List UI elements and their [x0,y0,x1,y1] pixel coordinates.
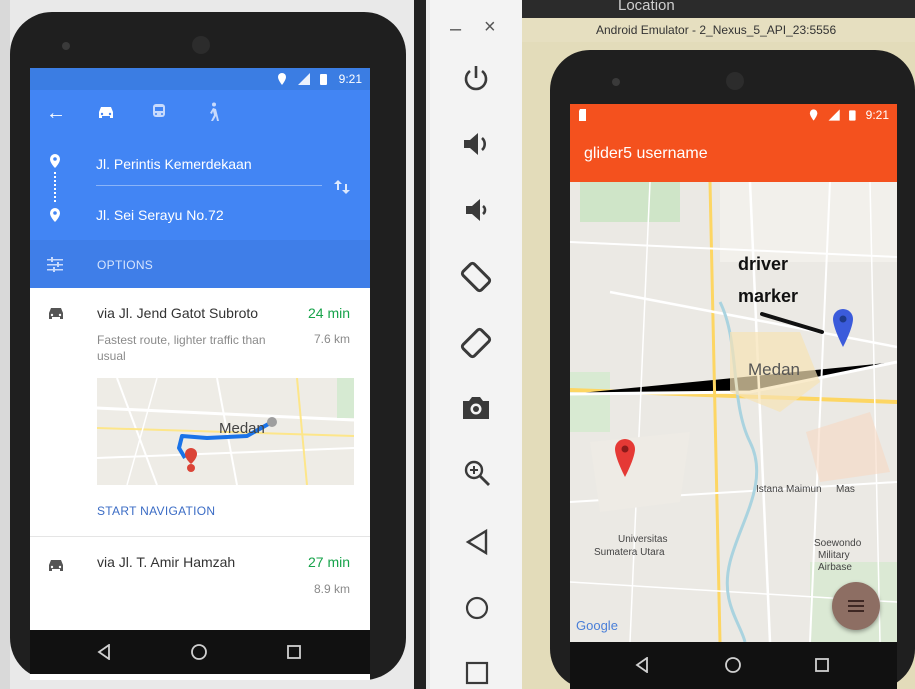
tune-icon [47,257,63,272]
annotation-arrow [760,312,824,334]
route-distance: 8.9 km [314,582,351,596]
poi-universitas-line2: Sumatera Utara [594,547,665,558]
status-bar: 9:21 [30,68,370,90]
back-nav-icon[interactable] [634,657,650,673]
location-marker-icon[interactable] [614,438,636,478]
background-edge [0,0,10,689]
poi-istana-maimun: Istana Maimun [756,484,822,495]
directions-header: ← Jl. Perintis Kemerdekaan Jl. Sei Seray… [30,90,370,240]
status-time: 9:21 [865,108,889,122]
background-window-text: Location [618,0,675,14]
car-icon[interactable] [96,105,116,121]
map-city-label: Medan [748,360,800,379]
android-nav-bar [570,642,897,689]
route-map-preview[interactable]: Medan [97,378,354,485]
route-distance: 7.6 km [314,332,351,346]
menu-fab-button[interactable] [832,582,880,630]
overview-icon[interactable] [464,660,490,686]
options-bar[interactable]: OPTIONS [30,240,370,288]
map-city-label: Medan [219,420,265,437]
car-icon [49,560,63,571]
rotate-right-icon[interactable] [457,324,495,362]
screenshot-camera-icon[interactable] [460,392,492,424]
window-border [414,0,426,689]
close-button[interactable]: × [484,16,496,39]
route-duration: 24 min [308,305,351,321]
back-arrow-icon[interactable]: ← [46,102,66,125]
transit-icon[interactable] [150,103,168,121]
home-nav-icon[interactable] [724,656,742,674]
power-icon[interactable] [460,62,492,94]
options-label: OPTIONS [97,258,154,272]
earpiece [192,36,210,54]
volume-up-icon[interactable] [460,128,492,160]
status-icons [809,109,856,121]
earpiece [726,72,744,90]
destination-field[interactable]: Jl. Sei Serayu No.72 [96,207,224,223]
front-camera [62,42,70,50]
home-nav-icon[interactable] [190,643,208,661]
poi-airbase-line2: Military [818,550,850,561]
start-navigation-button[interactable]: START NAVIGATION [97,504,215,518]
car-icon [49,308,63,319]
zoom-icon[interactable] [462,458,492,488]
back-icon[interactable] [464,528,490,556]
app-title: glider5 username [584,145,708,162]
divider [30,536,370,537]
poi-universitas-line1: Universitas [618,534,668,545]
destination-pin-icon [50,208,60,222]
emulator-title-bar: Android Emulator - 2_Nexus_5_API_23:5556 [522,18,915,43]
walk-icon[interactable] [206,102,220,122]
status-icons [278,73,327,85]
annotation-driver: driver [738,254,789,274]
left-phone-screen: 9:21 ← Jl. Perintis Kemerdekaan Jl. Sei … [30,68,370,680]
status-bar: 9:21 [570,104,897,126]
back-nav-icon[interactable] [96,644,112,660]
home-icon[interactable] [463,594,491,622]
sd-card-icon [579,109,586,121]
emulator-control-panel: – × [430,0,523,689]
front-camera [612,78,620,86]
right-phone-screen: 9:21 glider5 username driver marker Meda… [570,104,897,689]
route-title: via Jl. Jend Gatot Subroto [97,305,259,321]
route-card[interactable]: via Jl. Jend Gatot Subroto 24 min Fastes… [30,288,370,538]
minimize-button[interactable]: – [450,18,461,41]
swap-icon[interactable] [333,178,351,196]
menu-icon [848,600,864,612]
map-graphic [570,182,897,642]
map-view[interactable]: driver marker Medan Istana Maimun Mas Un… [570,182,897,642]
emulator-window-top: Location [522,0,915,18]
volume-down-icon[interactable] [460,194,492,226]
app-bar: glider5 username [570,126,897,182]
status-time: 9:21 [338,72,362,86]
route-card[interactable]: via Jl. T. Amir Hamzah 27 min 8.9 km [30,540,370,630]
rotate-left-icon[interactable] [457,258,495,296]
route-title: via Jl. T. Amir Hamzah [97,554,236,570]
poi-airbase-line3: Airbase [818,562,852,573]
route-description: Fastest route, lighter traffic than usua… [97,333,266,363]
route-dots [54,172,58,202]
divider [96,185,322,186]
recents-nav-icon[interactable] [286,644,302,660]
emulator-window-title: Android Emulator - 2_Nexus_5_API_23:5556 [596,23,837,37]
driver-marker-icon[interactable] [832,308,854,348]
origin-field[interactable]: Jl. Perintis Kemerdekaan [96,156,252,172]
android-nav-bar [30,630,370,674]
poi-mas: Mas [836,484,855,495]
google-logo: Google [576,618,618,633]
annotation-marker: marker [738,286,799,306]
origin-pin-icon [50,154,60,168]
route-duration: 27 min [308,554,351,570]
recents-nav-icon[interactable] [814,657,830,673]
poi-airbase-line1: Soewondo [814,538,862,549]
